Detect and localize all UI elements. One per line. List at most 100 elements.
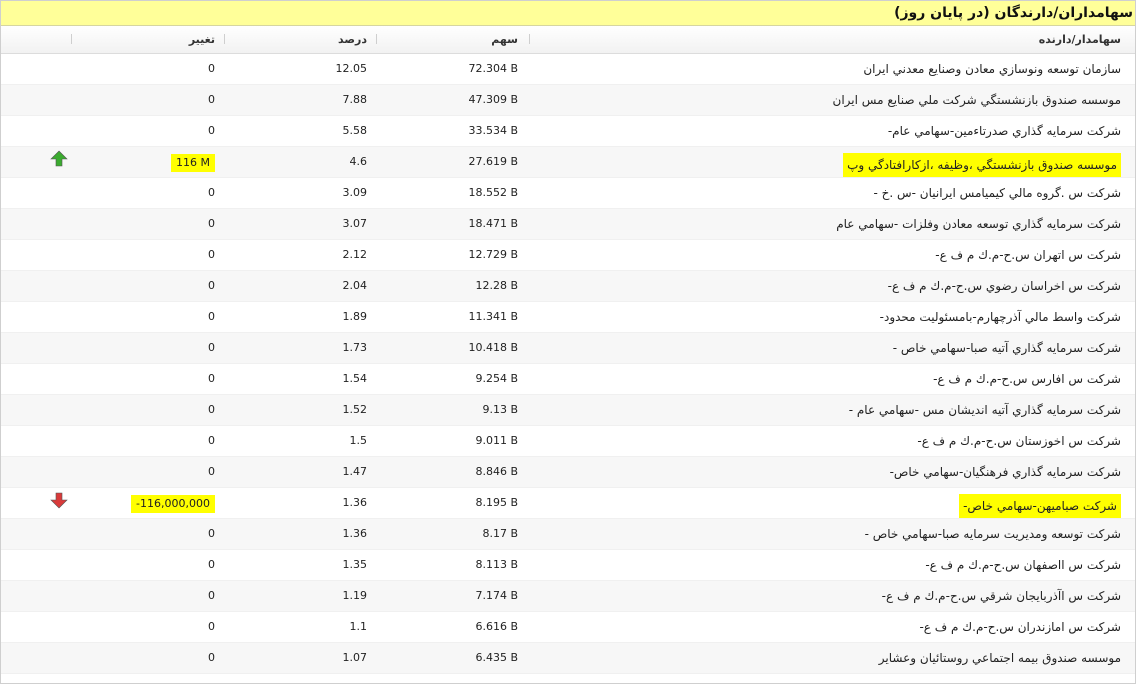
header-percent[interactable]: درصد <box>338 26 367 53</box>
holder-name: شركت صباميهن-سهامي خاص- <box>959 494 1121 518</box>
change-value: 0 <box>208 527 215 540</box>
shares-value: 47.309 B <box>468 93 518 106</box>
percent-value: 7.88 <box>342 93 368 106</box>
indicator-slot <box>49 395 69 415</box>
indicator-slot <box>49 674 69 683</box>
table-row[interactable]: شركت س افارس س.ح-م.ك م ف ع- 9.254 B 1.54… <box>1 364 1135 395</box>
table-row[interactable]: شركت س اخوزستان س.ح-م.ك م ف ع- 9.011 B 1… <box>1 426 1135 457</box>
indicator-slot <box>49 54 69 74</box>
table-row[interactable]: شركت سرمايه گذاري توسعه معادن وفلزات -سه… <box>1 209 1135 240</box>
table-row[interactable]: موسسه صندوق بازنشستگي شركت ملي صنايع مس … <box>1 85 1135 116</box>
percent-value: 5.58 <box>342 124 368 137</box>
shares-value: 8.113 B <box>475 558 518 571</box>
percent-value: 1.47 <box>342 465 368 478</box>
holder-name: شركت س امازندران س.ح-م.ك م ف ع- <box>919 620 1121 634</box>
percent-value: 3.09 <box>342 186 368 199</box>
change-value: 0 <box>208 124 215 137</box>
header-separator <box>529 34 530 44</box>
percent-value: 1.54 <box>342 372 368 385</box>
table-row[interactable]: سازمان توسعه ونوسازي معادن وصنايع معدني … <box>1 54 1135 85</box>
shares-value: 18.552 B <box>468 186 518 199</box>
indicator-slot <box>49 85 69 105</box>
table-header: سهامدار/دارنده سهم درصد تغییر <box>1 26 1135 54</box>
shares-value: 10.418 B <box>468 341 518 354</box>
change-value: 0 <box>208 589 215 602</box>
indicator-slot <box>49 271 69 291</box>
header-change[interactable]: تغییر <box>189 26 215 53</box>
indicator-slot <box>49 240 69 260</box>
header-holder[interactable]: سهامدار/دارنده <box>1039 26 1121 53</box>
change-value: 0 <box>208 558 215 571</box>
indicator-slot <box>49 612 69 632</box>
change-value: 0 <box>208 186 215 199</box>
holder-name: شركت سرمايه گذاري فرهنگيان-سهامي خاص- <box>889 465 1121 479</box>
percent-value: 1.19 <box>342 589 368 602</box>
table-row[interactable]: شركت صباميهن-سهامي خاص- 8.195 B 1.36 -11… <box>1 488 1135 519</box>
table-row[interactable]: موسسه صندوق بيمه اجتماعي روستائيان وعشاي… <box>1 643 1135 674</box>
table-row[interactable]: شركت س امازندران س.ح-م.ك م ف ع- 6.616 B … <box>1 612 1135 643</box>
shares-value: 12.729 B <box>468 248 518 261</box>
holder-name: موسسه صندوق بازنشستگي ،وظيفه ،ازكارافتاد… <box>843 153 1121 177</box>
shares-value: 27.619 B <box>468 155 518 168</box>
shares-value: 7.174 B <box>475 589 518 602</box>
percent-value: 2.12 <box>342 248 368 261</box>
table-row[interactable]: شركت س اكرمان س.ح-م.ك م ف ع- 6.19 B 1.03… <box>1 674 1135 683</box>
shares-value: 18.471 B <box>468 217 518 230</box>
percent-value: 1.1 <box>349 620 368 633</box>
indicator-slot <box>49 488 69 509</box>
holder-name: شركت س اآذربايجان شرقي س.ح-م.ك م ف ع- <box>881 589 1121 603</box>
shares-value: 11.341 B <box>468 310 518 323</box>
holder-name: موسسه صندوق بيمه اجتماعي روستائيان وعشاي… <box>878 651 1121 665</box>
holder-name: سازمان توسعه ونوسازي معادن وصنايع معدني … <box>863 62 1121 76</box>
change-value: 0 <box>208 651 215 664</box>
table-row[interactable]: شركت س .گروه مالي كيميامس ايرانيان -س .خ… <box>1 178 1135 209</box>
holder-name: شركت س اتهران س.ح-م.ك م ف ع- <box>935 248 1121 262</box>
table-row[interactable]: شركت سرمايه گذاري فرهنگيان-سهامي خاص- 8.… <box>1 457 1135 488</box>
percent-value: 1.73 <box>342 341 368 354</box>
table-row[interactable]: شركت س اخراسان رضوي س.ح-م.ك م ف ع- 12.28… <box>1 271 1135 302</box>
table-row[interactable]: شركت واسط مالي آذرچهارم-بامسئوليت محدود-… <box>1 302 1135 333</box>
indicator-slot <box>49 550 69 570</box>
table-row[interactable]: شركت سرمايه گذاري آتيه صبا-سهامي خاص - 1… <box>1 333 1135 364</box>
change-value: 0 <box>208 434 215 447</box>
holder-name: شركت واسط مالي آذرچهارم-بامسئوليت محدود- <box>879 310 1121 324</box>
header-separator <box>224 34 225 44</box>
shares-value: 72.304 B <box>468 62 518 75</box>
shareholders-panel: سهامداران/دارندگان (در پایان روز) سهامدا… <box>0 0 1136 684</box>
table-row[interactable]: شركت س ااصفهان س.ح-م.ك م ف ع- 8.113 B 1.… <box>1 550 1135 581</box>
shares-value: 6.19 B <box>482 674 518 683</box>
table-row[interactable]: شركت سرمايه گذاري صدرتاءمين-سهامي عام- 3… <box>1 116 1135 147</box>
indicator-slot <box>49 302 69 322</box>
change-value: 0 <box>208 403 215 416</box>
holder-name: شركت س اخوزستان س.ح-م.ك م ف ع- <box>917 434 1121 448</box>
header-shares[interactable]: سهم <box>491 26 518 53</box>
holder-name: شركت سرمايه گذاري صدرتاءمين-سهامي عام- <box>887 124 1121 138</box>
shares-value: 33.534 B <box>468 124 518 137</box>
indicator-slot <box>49 147 69 167</box>
table-body: سازمان توسعه ونوسازي معادن وصنايع معدني … <box>1 54 1135 683</box>
percent-value: 1.52 <box>342 403 368 416</box>
change-value: 0 <box>208 674 215 683</box>
change-value: 0 <box>208 248 215 261</box>
holder-name: شركت س اخراسان رضوي س.ح-م.ك م ف ع- <box>887 279 1121 293</box>
change-value: 0 <box>208 279 215 292</box>
change-value: -116,000,000 <box>131 495 215 513</box>
change-value: 0 <box>208 93 215 106</box>
table-row[interactable]: موسسه صندوق بازنشستگي ،وظيفه ،ازكارافتاد… <box>1 147 1135 178</box>
change-value: 0 <box>208 372 215 385</box>
table-row[interactable]: شركت س اتهران س.ح-م.ك م ف ع- 12.729 B 2.… <box>1 240 1135 271</box>
table-row[interactable]: شركت سرمايه گذاري آتيه انديشان مس -سهامي… <box>1 395 1135 426</box>
header-separator <box>71 34 72 44</box>
shares-value: 9.011 B <box>475 434 518 447</box>
shares-value: 6.435 B <box>475 651 518 664</box>
shares-value: 12.28 B <box>475 279 518 292</box>
indicator-slot <box>49 426 69 446</box>
percent-value: 3.07 <box>342 217 368 230</box>
percent-value: 1.36 <box>342 527 368 540</box>
indicator-slot <box>49 116 69 136</box>
table-row[interactable]: شركت توسعه ومديريت سرمايه صبا-سهامي خاص … <box>1 519 1135 550</box>
percent-value: 1.07 <box>342 651 368 664</box>
table-row[interactable]: شركت س اآذربايجان شرقي س.ح-م.ك م ف ع- 7.… <box>1 581 1135 612</box>
indicator-slot <box>49 178 69 198</box>
change-value: 0 <box>208 620 215 633</box>
